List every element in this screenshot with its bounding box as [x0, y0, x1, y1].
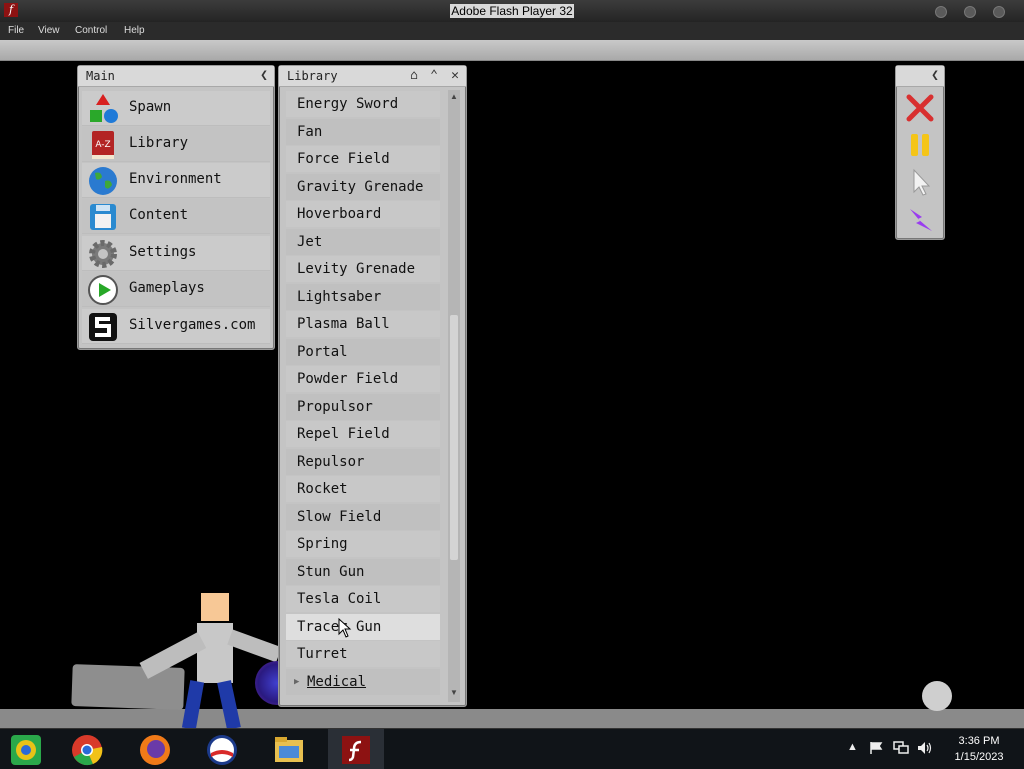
pointer-icon[interactable]	[904, 166, 936, 198]
silvergames-logo-icon	[89, 313, 117, 341]
chevron-up-icon[interactable]: ⌃	[426, 68, 442, 84]
category-label: Medical	[307, 674, 367, 690]
game-top-bar	[0, 40, 1024, 61]
library-item[interactable]: Lightsaber	[286, 284, 440, 310]
globe-icon	[89, 167, 117, 195]
clock-date: 1/15/2023	[954, 751, 1004, 763]
system-clock[interactable]: 3:36 PM 1/15/2023	[944, 733, 1014, 765]
gear-icon	[89, 240, 117, 268]
main-item-environment[interactable]: Environment	[82, 163, 270, 198]
expand-triangle-icon: ▶	[294, 677, 300, 687]
ragdoll-right-arm	[227, 629, 282, 663]
book-icon: A-Z	[92, 131, 114, 159]
file-explorer-icon[interactable]	[270, 731, 308, 769]
library-item[interactable]: Fan	[286, 119, 440, 145]
main-item-settings[interactable]: Settings	[82, 236, 270, 271]
main-item-content[interactable]: Content	[82, 199, 270, 234]
shapes-icon	[90, 94, 118, 123]
floppy-disk-icon	[90, 204, 116, 230]
ragdoll-torso	[197, 623, 233, 683]
ragdoll-head	[201, 593, 229, 621]
scroll-down-arrow-icon[interactable]: ▼	[448, 688, 460, 700]
obama-logo-icon[interactable]	[203, 731, 241, 769]
volume-icon[interactable]	[917, 741, 933, 755]
library-item[interactable]: Repel Field	[286, 421, 440, 447]
tool-panel: ❮	[895, 65, 945, 240]
play-icon	[88, 275, 118, 305]
library-category-medical[interactable]: ▶ Medical	[286, 669, 440, 695]
library-item[interactable]: Jet	[286, 229, 440, 255]
main-panel-title: Main	[86, 69, 115, 83]
tool-panel-header: ❮	[896, 66, 944, 87]
library-item[interactable]: Portal	[286, 339, 440, 365]
menu-help[interactable]: Help	[124, 25, 145, 36]
close-window-button[interactable]	[993, 6, 1005, 18]
library-item[interactable]: Gravity Grenade	[286, 174, 440, 200]
minimize-button[interactable]	[935, 6, 947, 18]
flash-player-icon[interactable]	[337, 731, 375, 769]
collapse-chevron-icon[interactable]: ❮	[927, 68, 943, 84]
maximize-button[interactable]	[964, 6, 976, 18]
library-item[interactable]: Turret	[286, 641, 440, 667]
tray-expand-icon[interactable]: ▲	[847, 741, 858, 753]
main-panel: Main ❮ Spawn A-Z Library Environment Con	[77, 65, 275, 350]
delete-tool-icon[interactable]	[904, 92, 936, 124]
main-item-silvergames[interactable]: Silvergames.com	[82, 309, 270, 344]
window-title: Adobe Flash Player 32	[450, 4, 574, 18]
main-item-gameplays[interactable]: Gameplays	[82, 272, 270, 307]
firefox-icon[interactable]	[136, 731, 174, 769]
library-item[interactable]: Stun Gun	[286, 559, 440, 585]
library-item[interactable]: Repulsor	[286, 449, 440, 475]
menu-bar: File View Control Help	[0, 22, 1024, 40]
title-bar: f Adobe Flash Player 32	[0, 0, 1024, 22]
library-item[interactable]: Slow Field	[286, 504, 440, 530]
library-item[interactable]: Energy Sword	[286, 91, 440, 117]
close-icon[interactable]: ✕	[447, 68, 463, 84]
chrome-legacy-icon[interactable]	[7, 731, 45, 769]
scrollbar-thumb[interactable]	[450, 315, 458, 560]
library-panel: Library ⌂ ⌃ ✕ Energy Sword Fan Force Fie…	[278, 65, 467, 707]
collapse-chevron-icon[interactable]: ❮	[256, 68, 272, 84]
library-item[interactable]: Propulsor	[286, 394, 440, 420]
action-center-flag-icon[interactable]	[869, 741, 883, 755]
library-item[interactable]: Plasma Ball	[286, 311, 440, 337]
main-panel-header: Main ❮	[78, 66, 274, 87]
chrome-icon[interactable]	[68, 731, 106, 769]
library-item[interactable]: Spring	[286, 531, 440, 557]
network-icon[interactable]	[893, 741, 909, 755]
lightning-icon[interactable]	[904, 203, 936, 235]
main-item-spawn[interactable]: Spawn	[82, 91, 270, 126]
scroll-up-arrow-icon[interactable]: ▲	[448, 92, 460, 104]
taskbar: ▲ 3:36 PM 1/15/2023	[0, 728, 1024, 769]
library-item[interactable]: Force Field	[286, 146, 440, 172]
library-item[interactable]: Hoverboard	[286, 201, 440, 227]
mouse-cursor-icon	[338, 618, 352, 638]
library-item[interactable]: Tesla Coil	[286, 586, 440, 612]
cannon-barrel	[71, 664, 185, 710]
ground	[0, 709, 1024, 728]
library-item[interactable]: Rocket	[286, 476, 440, 502]
clock-time: 3:36 PM	[958, 735, 1000, 747]
library-scrollbar[interactable]: ▲ ▼	[448, 90, 460, 702]
home-icon[interactable]: ⌂	[406, 68, 422, 84]
bomb	[922, 681, 952, 711]
menu-control[interactable]: Control	[75, 25, 107, 36]
menu-view[interactable]: View	[38, 25, 60, 36]
pause-icon[interactable]	[904, 129, 936, 161]
library-panel-header: Library ⌂ ⌃ ✕	[279, 66, 466, 87]
library-item-hovered[interactable]: Tracer Gun	[286, 614, 440, 640]
library-item[interactable]: Levity Grenade	[286, 256, 440, 282]
menu-file[interactable]: File	[8, 25, 24, 36]
main-item-library[interactable]: A-Z Library	[82, 127, 270, 162]
library-item[interactable]: Powder Field	[286, 366, 440, 392]
library-panel-title: Library	[287, 69, 338, 83]
svg-text:A-Z: A-Z	[95, 140, 110, 150]
